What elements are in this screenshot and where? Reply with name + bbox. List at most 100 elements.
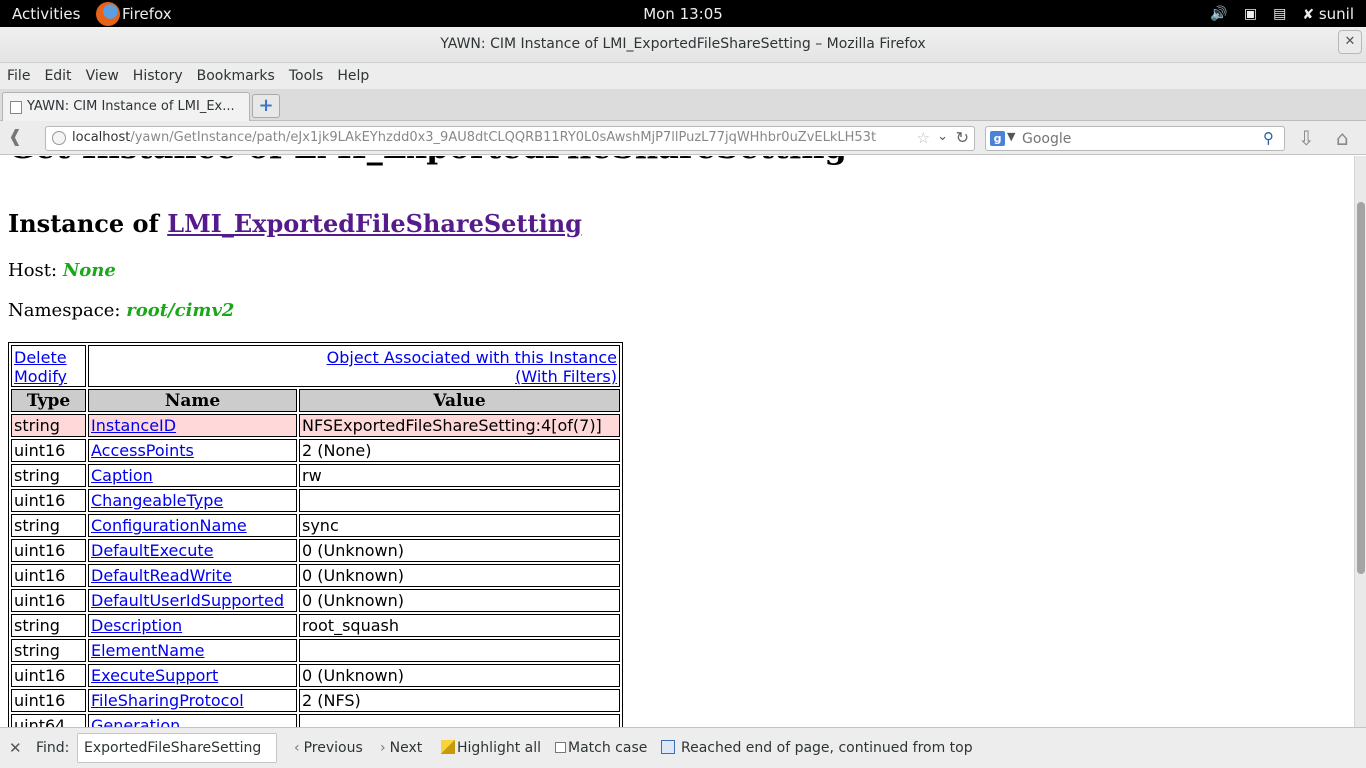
property-name-link[interactable]: DefaultExecute: [91, 541, 213, 560]
property-name-cell: Description: [88, 614, 297, 637]
new-tab-button[interactable]: +: [252, 94, 280, 118]
find-previous-button[interactable]: ‹ Previous: [294, 740, 363, 756]
property-name-link[interactable]: Description: [91, 616, 182, 635]
highlighter-icon: [441, 740, 455, 754]
action-row: Delete Modify Object Associated with thi…: [11, 345, 620, 387]
property-value: [299, 639, 620, 662]
download-arrow-icon[interactable]: ⇩: [1298, 126, 1315, 150]
menu-help[interactable]: Help: [337, 68, 369, 84]
property-type: string: [11, 414, 86, 437]
property-type: uint16: [11, 664, 86, 687]
delete-link[interactable]: Delete: [14, 348, 67, 367]
volume-icon[interactable]: 🔊: [1210, 6, 1227, 22]
back-arrow-icon[interactable]: ❰: [8, 127, 22, 147]
chevron-left-icon: ‹: [294, 740, 300, 756]
modify-link[interactable]: Modify: [14, 367, 67, 386]
property-type: uint16: [11, 689, 86, 712]
find-input[interactable]: [77, 733, 277, 763]
search-bar[interactable]: g ▼ ⚲: [985, 126, 1285, 151]
property-name-cell: ExecuteSupport: [88, 664, 297, 687]
namespace-label: Namespace:: [8, 300, 121, 321]
menu-history[interactable]: History: [133, 68, 183, 84]
url-history-dropdown-icon[interactable]: ⌄: [937, 129, 948, 144]
bookmark-star-icon[interactable]: ☆: [917, 129, 930, 147]
property-name-link[interactable]: ElementName: [91, 641, 204, 660]
close-find-bar-icon[interactable]: ✕: [9, 739, 22, 757]
site-identity-icon[interactable]: [52, 131, 66, 145]
property-name-link[interactable]: DefaultUserIdSupported: [91, 591, 284, 610]
with-filters-label: (With Filters): [515, 367, 617, 386]
property-name-link[interactable]: InstanceID: [91, 416, 176, 435]
engine-dropdown-icon[interactable]: ▼: [1007, 130, 1015, 143]
property-name-link[interactable]: Generation: [91, 716, 180, 727]
property-type: string: [11, 514, 86, 537]
column-header-type: Type: [11, 389, 86, 412]
column-header-name: Name: [88, 389, 297, 412]
menu-file[interactable]: File: [7, 68, 30, 84]
scrollbar-thumb[interactable]: [1357, 202, 1365, 574]
associated-objects-label: Object Associated with this Instance: [326, 348, 617, 367]
property-type: uint16: [11, 439, 86, 462]
wrapped-search-icon: [661, 740, 675, 754]
property-name-link[interactable]: DefaultReadWrite: [91, 566, 232, 585]
menu-view[interactable]: View: [86, 68, 119, 84]
associated-objects-link[interactable]: Object Associated with this Instance (Wit…: [327, 348, 617, 386]
highlight-all-label: Highlight all: [457, 740, 542, 756]
search-magnifier-icon[interactable]: ⚲: [1263, 129, 1281, 147]
table-row: uint16 ExecuteSupport 0 (Unknown): [11, 664, 620, 687]
property-name-link[interactable]: Caption: [91, 466, 153, 485]
search-input[interactable]: [1022, 130, 1252, 148]
find-next-button[interactable]: › Next: [380, 740, 422, 756]
vertical-scrollbar[interactable]: [1354, 156, 1366, 727]
property-name-cell: ChangeableType: [88, 489, 297, 512]
property-type: uint16: [11, 589, 86, 612]
associations-cell: Object Associated with this Instance (Wit…: [88, 345, 620, 387]
property-name-link[interactable]: AccessPoints: [91, 441, 194, 460]
navigation-toolbar: ❰ localhost/yawn/GetInstance/path/eJx1jk…: [0, 121, 1366, 155]
property-value: 0 (Unknown): [299, 589, 620, 612]
window-close-button[interactable]: ✕: [1338, 30, 1362, 54]
url-bar[interactable]: localhost/yawn/GetInstance/path/eJx1jk9L…: [45, 126, 975, 151]
class-name-link[interactable]: LMI_ExportedFileShareSetting: [167, 209, 582, 238]
table-row: uint16 DefaultExecute 0 (Unknown): [11, 539, 620, 562]
network-icon[interactable]: ▣: [1244, 6, 1257, 22]
previous-label: Previous: [303, 740, 363, 756]
property-value: 0 (Unknown): [299, 664, 620, 687]
property-name-link[interactable]: FileSharingProtocol: [91, 691, 244, 710]
url-text[interactable]: localhost/yawn/GetInstance/path/eJx1jk9L…: [72, 130, 937, 145]
clock[interactable]: Mon 13:05: [0, 5, 1366, 23]
checkbox-icon: [555, 742, 566, 753]
home-icon[interactable]: ⌂: [1336, 126, 1349, 150]
property-value: [299, 489, 620, 512]
property-name-link[interactable]: ConfigurationName: [91, 516, 247, 535]
find-bar: ✕ Find: ‹Previous ›Next Highlight all Ma…: [0, 727, 1366, 768]
menu-tools[interactable]: Tools: [289, 68, 324, 84]
menu-bar: File Edit View History Bookmarks Tools H…: [0, 63, 1366, 89]
user-menu[interactable]: ✘ sunil: [1302, 5, 1354, 23]
property-name-link[interactable]: ChangeableType: [91, 491, 223, 510]
table-row: uint16 DefaultReadWrite 0 (Unknown): [11, 564, 620, 587]
table-row: uint64 Generation: [11, 714, 620, 727]
table-row: string Description root_squash: [11, 614, 620, 637]
match-case-checkbox[interactable]: Match case: [555, 740, 647, 756]
property-value: 2 (NFS): [299, 689, 620, 712]
property-name-link[interactable]: ExecuteSupport: [91, 666, 218, 685]
table-row: uint16 FileSharingProtocol 2 (NFS): [11, 689, 620, 712]
property-name-cell: DefaultExecute: [88, 539, 297, 562]
system-tray: 🔊 ▣ ▤ ✘ sunil: [1210, 0, 1354, 27]
clipboard-icon[interactable]: ▤: [1273, 6, 1286, 22]
highlight-all-button[interactable]: Highlight all: [441, 740, 541, 756]
menu-bookmarks[interactable]: Bookmarks: [197, 68, 275, 84]
property-name-cell: AccessPoints: [88, 439, 297, 462]
window-titlebar: YAWN: CIM Instance of LMI_ExportedFileSh…: [0, 27, 1366, 63]
property-name-cell: ElementName: [88, 639, 297, 662]
property-type: string: [11, 639, 86, 662]
user-name: sunil: [1318, 4, 1354, 23]
menu-edit[interactable]: Edit: [44, 68, 71, 84]
tab-label: YAWN: CIM Instance of LMI_Ex...: [27, 99, 235, 114]
gnome-top-bar: Activities Firefox Mon 13:05 🔊 ▣ ▤ ✘ sun…: [0, 0, 1366, 27]
tab-yawn-instance[interactable]: YAWN: CIM Instance of LMI_Ex...: [2, 92, 250, 121]
reload-icon[interactable]: ↻: [956, 128, 969, 147]
google-engine-icon[interactable]: g: [990, 131, 1005, 146]
host-value: None: [62, 260, 116, 281]
